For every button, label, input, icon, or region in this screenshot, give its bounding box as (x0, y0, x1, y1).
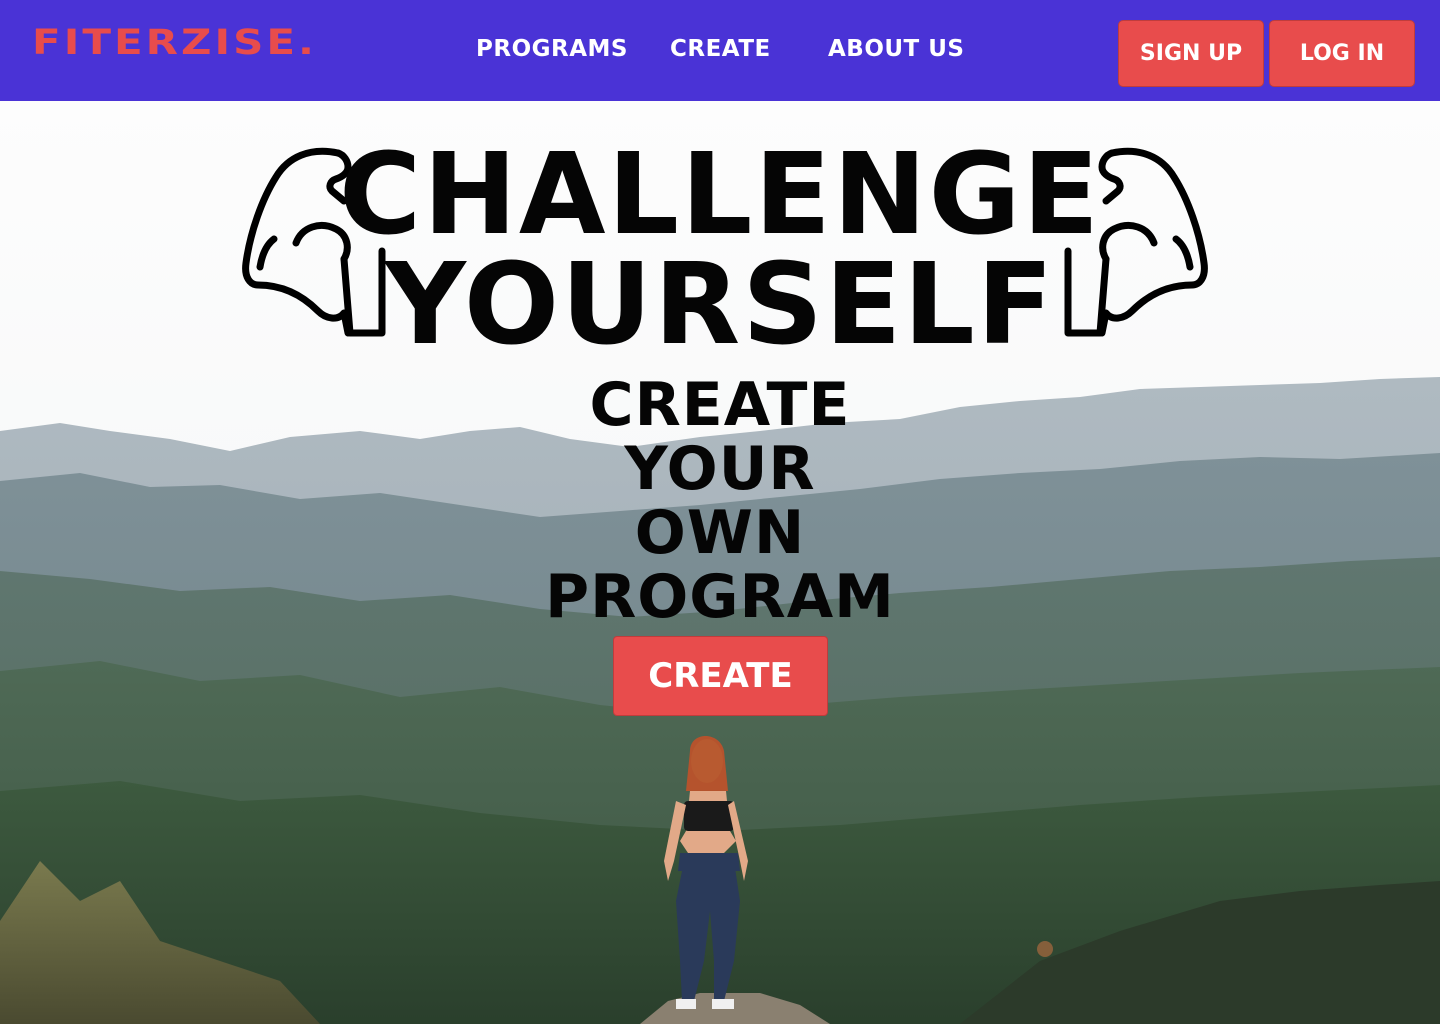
headline-line-2: YOURSELF (384, 240, 1056, 370)
hero-section: CHALLENGE YOURSELF CREATE YOUR OWN PROGR… (0, 101, 1440, 1024)
sign-up-button[interactable]: SIGN UP (1118, 20, 1264, 87)
top-navbar: FITERZISE. PROGRAMS CREATE ABOUT US SIGN… (0, 0, 1440, 101)
subheadline-line-4: PROGRAM (545, 562, 895, 632)
subheadline-line-3: OWN (634, 498, 806, 568)
subheadline-line-2: YOUR (624, 434, 816, 504)
nav-about-us-link[interactable]: ABOUT US (828, 36, 965, 62)
site-logo[interactable]: FITERZISE. (32, 22, 317, 62)
nav-programs-link[interactable]: PROGRAMS (476, 36, 628, 62)
headline-line-1: CHALLENGE (338, 130, 1102, 260)
nav-create-link[interactable]: CREATE (670, 36, 771, 62)
create-cta-button[interactable]: CREATE (613, 636, 828, 716)
subheadline-line-1: CREATE (589, 370, 851, 440)
log-in-button[interactable]: LOG IN (1269, 20, 1415, 87)
